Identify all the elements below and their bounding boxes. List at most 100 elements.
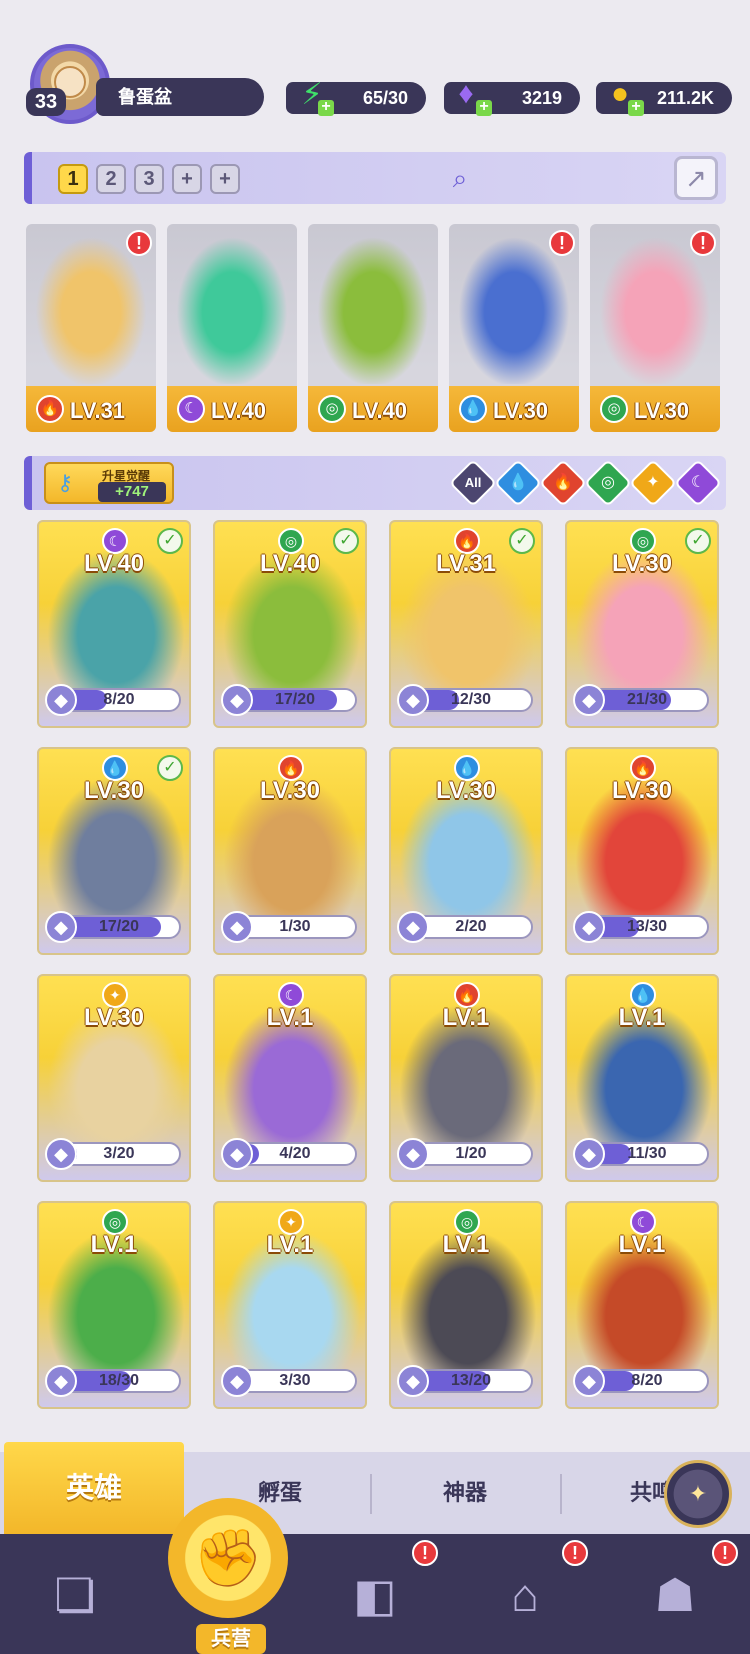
hero-level: LV.30	[83, 1004, 145, 1031]
mushroom-icon[interactable]: ☗	[630, 1550, 720, 1640]
nav-alert-mushroom: !	[712, 1540, 738, 1566]
shard-count: 11/30	[627, 1145, 667, 1162]
hero-level: LV.40	[352, 398, 408, 423]
team-slot-3[interactable]: 3	[134, 164, 164, 194]
hero-card[interactable]: ◎ LV.1 13/20 ◆	[389, 1201, 543, 1409]
section-tabs: 英雄 孵蛋 神器 共鸣	[0, 1442, 750, 1534]
shard-icon: ◆	[45, 1365, 77, 1397]
element-wind-icon: ◎	[318, 395, 346, 423]
share-icon[interactable]: ↗	[674, 156, 718, 200]
hero-card[interactable]: ✦ LV.30 3/20 ◆	[37, 974, 191, 1182]
hero-level: LV.40	[211, 398, 267, 423]
hero-card[interactable]: ◎ LV.30 ✓ 21/30 ◆	[565, 520, 719, 728]
hero-card[interactable]: 🔥 LV.30 13/30 ◆	[565, 747, 719, 955]
shard-count: 1/20	[455, 1145, 487, 1162]
hero-level: LV.1	[442, 1004, 490, 1031]
hero-card[interactable]: 🔥 LV.1 1/20 ◆	[389, 974, 543, 1182]
lineup-hero-card[interactable]: ◎ LV.30!	[590, 224, 720, 432]
search-icon[interactable]: ⌕	[444, 162, 476, 194]
filter-fire-icon[interactable]: 🔥	[538, 458, 588, 508]
shard-icon: ◆	[573, 684, 605, 716]
hero-level: LV.1	[90, 1231, 138, 1258]
player-level-badge: 33	[26, 88, 66, 116]
hero-card[interactable]: 💧 LV.1 11/30 ◆	[565, 974, 719, 1182]
element-dark-icon: ☾	[177, 395, 205, 423]
hero-card[interactable]: ◎ LV.1 18/30 ◆	[37, 1201, 191, 1409]
hero-portrait	[167, 224, 297, 384]
hero-level: LV.30	[259, 777, 321, 804]
hero-card[interactable]: ☾ LV.1 8/20 ◆	[565, 1201, 719, 1409]
tab-artifacts[interactable]: 神器	[372, 1452, 558, 1534]
hero-level: LV.30	[634, 398, 690, 423]
shard-count: 12/30	[450, 691, 492, 708]
cards-icon[interactable]: ❏	[30, 1550, 120, 1640]
team-selector-bar: 1 2 3 + + ⌕ ↗	[24, 152, 726, 204]
tab-heroes[interactable]: 英雄	[4, 1442, 184, 1534]
team-slot-1[interactable]: 1	[58, 164, 88, 194]
add-energy-button[interactable]: +	[318, 99, 334, 116]
add-team-slot-button[interactable]: +	[210, 164, 240, 194]
map-icon[interactable]: ◧	[330, 1550, 420, 1640]
shard-icon: ◆	[573, 1138, 605, 1170]
shop-icon[interactable]: ⌂	[480, 1550, 570, 1640]
shard-icon: ◆	[45, 911, 77, 943]
shard-icon: ◆	[397, 1138, 429, 1170]
hero-card[interactable]: ☾ LV.1 4/20 ◆	[213, 974, 367, 1182]
lineup-hero-card[interactable]: 💧 LV.30!	[449, 224, 579, 432]
hero-card[interactable]: 💧 LV.30 2/20 ◆	[389, 747, 543, 955]
shard-count: 13/20	[450, 1372, 492, 1389]
check-icon: ✓	[157, 528, 183, 554]
hero-card[interactable]: 🔥 LV.31 ✓ 12/30 ◆	[389, 520, 543, 728]
lineup-hero-card[interactable]: ☾ LV.40	[167, 224, 297, 432]
shard-count: 3/30	[279, 1372, 311, 1389]
shard-count: 3/20	[103, 1145, 135, 1162]
awaken-button[interactable]: ⚷ 升星觉醒 +747	[44, 462, 174, 504]
check-icon: ✓	[157, 755, 183, 781]
hero-card[interactable]: ☾ LV.40 ✓ 8/20 ◆	[37, 520, 191, 728]
nav-alert-shop: !	[562, 1540, 588, 1566]
filter-water-icon[interactable]: 💧	[493, 458, 543, 508]
filter-light-icon[interactable]: ✦	[628, 458, 678, 508]
hero-filter-bar: ⚷ 升星觉醒 +747 All 💧 🔥 ◎ ✦ ☾	[24, 456, 726, 510]
hero-card[interactable]: ◎ LV.40 ✓ 17/20 ◆	[213, 520, 367, 728]
shard-count: 17/20	[98, 918, 140, 935]
hero-level: LV.30	[435, 777, 497, 804]
lineup-level-strip: 💧 LV.30	[449, 386, 579, 432]
hero-level: LV.40	[83, 550, 145, 577]
top-bar: 鲁蛋盆 33 65/30 ⚡ + 3219 ♦ + 211.2K ● +	[0, 0, 750, 140]
shard-count: 21/30	[626, 691, 668, 708]
check-icon: ✓	[333, 528, 359, 554]
alert-badge: !	[690, 230, 716, 256]
shard-icon: ◆	[221, 911, 253, 943]
add-gems-button[interactable]: +	[476, 99, 492, 116]
filter-dark-icon[interactable]: ☾	[673, 458, 723, 508]
hero-level: LV.1	[618, 1004, 666, 1031]
shard-icon: ◆	[45, 1138, 77, 1170]
add-team-slot-button[interactable]: +	[172, 164, 202, 194]
shard-count: 18/30	[98, 1372, 140, 1389]
lineup-hero-card[interactable]: 🔥 LV.31!	[26, 224, 156, 432]
shard-count: 1/30	[279, 918, 311, 935]
team-slot-2[interactable]: 2	[96, 164, 126, 194]
hero-card[interactable]: 💧 LV.30 ✓ 17/20 ◆	[37, 747, 191, 955]
hero-level: LV.1	[618, 1231, 666, 1258]
shard-icon: ◆	[397, 911, 429, 943]
shard-count: 8/20	[631, 1372, 663, 1389]
shard-icon: ◆	[573, 911, 605, 943]
hero-card[interactable]: ✦ LV.1 3/30 ◆	[213, 1201, 367, 1409]
lineup-hero-card[interactable]: ◎ LV.40	[308, 224, 438, 432]
shard-icon: ◆	[221, 1138, 253, 1170]
add-gold-button[interactable]: +	[628, 99, 644, 116]
filter-all-button[interactable]: All	[448, 458, 498, 508]
hero-card[interactable]: 🔥 LV.30 1/30 ◆	[213, 747, 367, 955]
lineup-level-strip: ☾ LV.40	[167, 386, 297, 432]
shard-count: 4/20	[279, 1145, 311, 1162]
sparkle-icon[interactable]: ✦	[664, 1460, 732, 1528]
filter-all-label: All	[464, 475, 482, 490]
filter-glyph: ◎	[601, 474, 615, 491]
filter-wind-icon[interactable]: ◎	[583, 458, 633, 508]
barracks-fist-icon[interactable]: ✊	[168, 1498, 288, 1618]
shard-count: 17/20	[274, 691, 316, 708]
player-name[interactable]: 鲁蛋盆	[96, 78, 264, 116]
shard-count: 2/20	[455, 918, 487, 935]
